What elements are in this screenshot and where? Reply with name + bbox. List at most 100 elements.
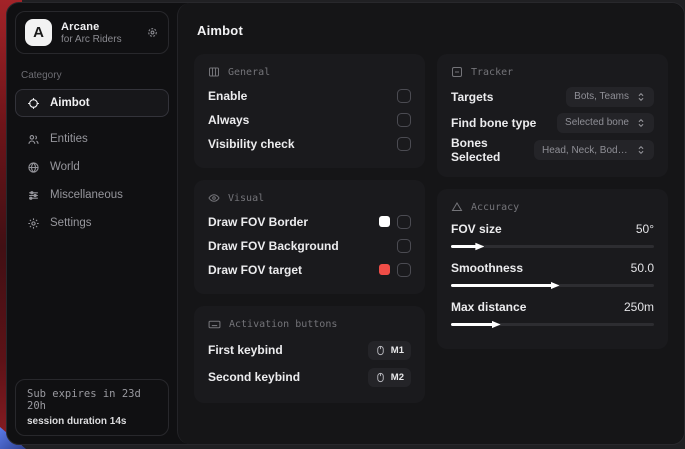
- app-window: A Arcane for Arc Riders Category: [6, 2, 685, 445]
- fov-target-color-swatch[interactable]: [379, 264, 390, 275]
- fov-border-color-swatch[interactable]: [379, 216, 390, 227]
- eye-icon: [208, 192, 220, 204]
- tracker-card-header: Tracker: [451, 66, 654, 78]
- setting-row-find-bone-type: Find bone type Selected bone: [451, 110, 654, 135]
- setting-label: Max distance: [451, 300, 526, 314]
- subscription-card: Sub expires in 23d 20h session duration …: [15, 379, 169, 436]
- app-subtitle: for Arc Riders: [61, 34, 122, 45]
- setting-label: Smoothness: [451, 261, 523, 275]
- setting-label: Draw FOV Background: [208, 239, 339, 253]
- find-bone-type-dropdown[interactable]: Selected bone: [557, 113, 654, 133]
- max-distance-value: 250m: [624, 300, 654, 314]
- fov-size-value: 50°: [636, 222, 654, 236]
- entities-icon: [26, 133, 40, 146]
- targets-dropdown[interactable]: Bots, Teams: [566, 87, 654, 107]
- sidebar-nav: Aimbot Entities: [15, 89, 169, 237]
- card-title: Activation buttons: [229, 319, 337, 330]
- setting-row-targets: Targets Bots, Teams: [451, 84, 654, 109]
- draw-fov-target-checkbox[interactable]: [397, 263, 411, 277]
- setting-row-enable: Enable: [208, 84, 411, 107]
- enable-checkbox[interactable]: [397, 89, 411, 103]
- dropdown-value: Head, Neck, Body, Pe...: [542, 145, 629, 156]
- second-keybind-button[interactable]: M2: [368, 368, 411, 387]
- slider-thumb[interactable]: [551, 281, 560, 290]
- first-keybind-button[interactable]: M1: [368, 341, 411, 360]
- keybind-value: M2: [391, 372, 404, 383]
- sidebar-item-aimbot[interactable]: Aimbot: [15, 89, 169, 117]
- slider-thumb[interactable]: [475, 242, 484, 251]
- activation-card-header: Activation buttons: [208, 318, 411, 331]
- accuracy-card: Accuracy FOV size 50°: [437, 189, 668, 349]
- setting-label: Draw FOV target: [208, 263, 302, 277]
- sidebar: A Arcane for Arc Riders Category: [7, 3, 177, 444]
- setting-label: Draw FOV Border: [208, 215, 308, 229]
- right-column: Tracker Targets Bots, Teams: [437, 54, 668, 349]
- visual-card-header: Visual: [208, 192, 411, 204]
- desktop-background: A Arcane for Arc Riders Category: [0, 0, 685, 449]
- subscription-expiry: Sub expires in 23d 20h: [27, 388, 157, 412]
- setting-label: Enable: [208, 89, 247, 103]
- card-title: Tracker: [471, 67, 513, 78]
- mouse-icon: [375, 372, 386, 383]
- setting-label: Targets: [451, 90, 493, 104]
- sidebar-item-label: Entities: [50, 133, 88, 145]
- fov-size-slider[interactable]: [451, 245, 654, 248]
- sidebar-item-entities[interactable]: Entities: [15, 125, 169, 153]
- sidebar-item-miscellaneous[interactable]: Miscellaneous: [15, 181, 169, 209]
- card-title: Accuracy: [471, 202, 519, 213]
- accuracy-card-header: Accuracy: [451, 201, 654, 213]
- crosshair-icon: [26, 97, 40, 110]
- setting-row-fov-size: FOV size 50°: [451, 219, 654, 248]
- max-distance-slider[interactable]: [451, 323, 654, 326]
- setting-row-draw-fov-target: Draw FOV target: [208, 258, 411, 281]
- globe-icon: [26, 161, 40, 174]
- smoothness-slider[interactable]: [451, 284, 654, 287]
- app-logo-card: A Arcane for Arc Riders: [15, 11, 169, 54]
- always-checkbox[interactable]: [397, 113, 411, 127]
- setting-label: Always: [208, 113, 249, 127]
- setting-label: First keybind: [208, 343, 283, 357]
- setting-label: Visibility check: [208, 137, 295, 151]
- setting-label: Find bone type: [451, 116, 536, 130]
- triangle-icon: [451, 201, 463, 213]
- app-title-block: Arcane for Arc Riders: [61, 21, 122, 45]
- square-minus-icon: [451, 66, 463, 78]
- card-title: Visual: [228, 193, 264, 204]
- draw-fov-background-checkbox[interactable]: [397, 239, 411, 253]
- sidebar-item-label: World: [50, 161, 80, 173]
- setting-label: Bones Selected: [451, 136, 534, 164]
- setting-row-bones-selected: Bones Selected Head, Neck, Body, Pe...: [451, 136, 654, 164]
- visibility-check-checkbox[interactable]: [397, 137, 411, 151]
- general-card: General Enable Always Visibility check: [194, 54, 425, 168]
- bones-selected-dropdown[interactable]: Head, Neck, Body, Pe...: [534, 140, 654, 160]
- dropdown-value: Selected bone: [565, 117, 629, 128]
- chevron-up-down-icon: [636, 92, 646, 102]
- chevron-up-down-icon: [636, 118, 646, 128]
- sliders-icon: [26, 189, 40, 202]
- app-name: Arcane: [61, 21, 122, 33]
- app-logo: A: [25, 19, 52, 46]
- chevron-up-down-icon: [636, 145, 646, 155]
- setting-row-second-keybind: Second keybind M2: [208, 364, 411, 390]
- setting-row-max-distance: Max distance 250m: [451, 297, 654, 326]
- general-card-header: General: [208, 66, 411, 78]
- smoothness-value: 50.0: [631, 261, 654, 275]
- setting-row-draw-fov-border: Draw FOV Border: [208, 210, 411, 233]
- session-duration: session duration 14s: [27, 416, 157, 427]
- columns-icon: [208, 66, 220, 78]
- main-panel: Aimbot General Enable: [177, 3, 684, 444]
- refresh-gear-icon[interactable]: [146, 26, 159, 39]
- left-column: General Enable Always Visibility check: [194, 54, 425, 403]
- dropdown-value: Bots, Teams: [574, 91, 629, 102]
- draw-fov-border-checkbox[interactable]: [397, 215, 411, 229]
- keyboard-icon: [208, 318, 221, 331]
- setting-row-visibility-check: Visibility check: [208, 132, 411, 155]
- sidebar-item-settings[interactable]: Settings: [15, 209, 169, 237]
- sidebar-item-world[interactable]: World: [15, 153, 169, 181]
- setting-label: Second keybind: [208, 370, 300, 384]
- mouse-icon: [375, 345, 386, 356]
- gear-icon: [26, 217, 40, 230]
- card-title: General: [228, 67, 270, 78]
- setting-row-smoothness: Smoothness 50.0: [451, 258, 654, 287]
- slider-thumb[interactable]: [492, 320, 501, 329]
